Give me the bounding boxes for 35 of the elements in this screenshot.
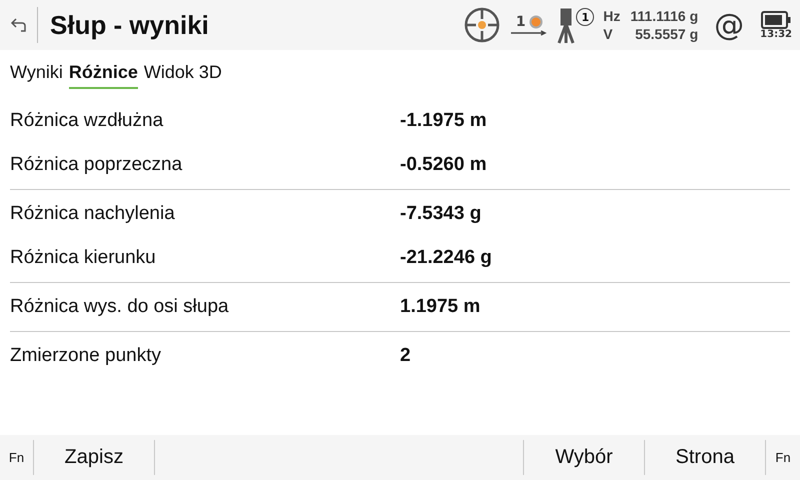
fn-key[interactable]: Fn: [0, 440, 34, 475]
clock-time: 13:32: [760, 28, 792, 40]
angle-label: Hz: [603, 7, 620, 25]
battery-icon: [761, 10, 792, 28]
result-label: Zmierzone punkty: [10, 345, 162, 367]
result-label: Różnica wzdłużna: [10, 110, 164, 132]
angle-label: V: [603, 25, 614, 43]
result-value: 2: [400, 345, 411, 367]
tab[interactable]: Różnice: [68, 62, 138, 89]
result-value: 1.1975 m: [400, 296, 480, 318]
instrument-badge: 1: [576, 8, 594, 26]
tab[interactable]: Widok 3D: [144, 62, 222, 89]
result-label: Różnica kierunku: [10, 247, 157, 269]
prism-icon: [528, 15, 543, 29]
result-value: -21.2246 g: [400, 247, 492, 269]
prism-count: 1: [516, 14, 526, 30]
softkey-button[interactable]: Zapisz: [34, 440, 155, 475]
window-title: Słup - wyniki: [50, 10, 210, 40]
arrow-icon: [511, 30, 548, 36]
back-icon: [10, 16, 28, 34]
connection-icon[interactable]: @: [714, 8, 744, 42]
result-value: -1.1975 m: [400, 110, 487, 132]
softkey-button[interactable]: Wybór: [524, 440, 645, 475]
instrument-icon[interactable]: [557, 6, 576, 44]
crosshair-icon[interactable]: [463, 6, 502, 44]
result-label: Różnica poprzeczna: [10, 154, 184, 176]
softkey-button[interactable]: Strona: [645, 440, 766, 475]
result-value: -0.5260 m: [400, 154, 487, 176]
result-value: -7.5343 g: [400, 203, 482, 225]
tab[interactable]: Wyniki: [10, 62, 63, 89]
result-label: Różnica wys. do osi słupa: [10, 296, 230, 318]
result-label: Różnica nachylenia: [10, 203, 176, 225]
angle-value: 55.5557 g: [634, 25, 698, 43]
angle-value: 111.1116 g: [630, 7, 698, 25]
fn-key[interactable]: Fn: [766, 440, 800, 475]
